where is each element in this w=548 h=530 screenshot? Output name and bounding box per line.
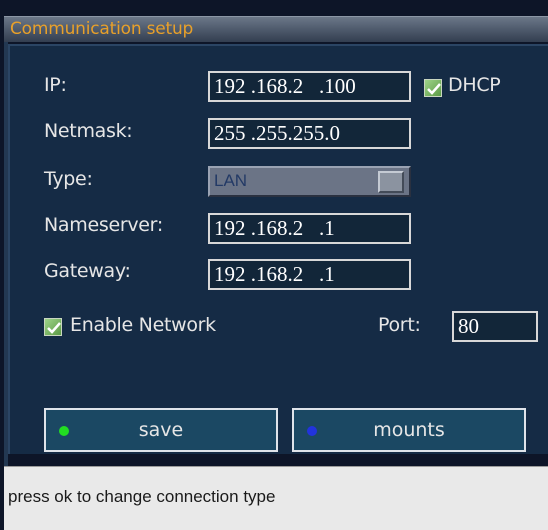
enable-network-checkbox[interactable] <box>44 318 62 336</box>
ip-field[interactable]: 192 .168.2 .100 <box>208 71 411 102</box>
title-bar: Communication setup <box>4 16 548 42</box>
gateway-field[interactable]: 192 .168.2 .1 <box>208 259 411 290</box>
nameserver-label: Nameserver: <box>44 214 163 236</box>
mounts-button-label: mounts <box>373 419 445 441</box>
port-label: Port: <box>378 314 421 336</box>
checkmark-icon <box>427 83 441 95</box>
type-label: Type: <box>44 168 93 190</box>
status-text: press ok to change connection type <box>8 487 276 506</box>
nameserver-field[interactable]: 192 .168.2 .1 <box>208 213 411 244</box>
ip-label: IP: <box>44 74 67 96</box>
type-select-value: LAN <box>214 171 248 190</box>
checkmark-icon <box>47 322 61 334</box>
netmask-field[interactable]: 255 .255.255.0 <box>208 118 411 149</box>
window-title: Communication setup <box>10 19 194 39</box>
port-field[interactable]: 80 <box>452 311 538 342</box>
netmask-label: Netmask: <box>44 120 133 142</box>
dropdown-button[interactable] <box>378 171 404 193</box>
save-button-label: save <box>138 419 184 441</box>
save-button[interactable]: save <box>44 408 278 452</box>
gateway-label: Gateway: <box>44 260 131 282</box>
status-bar: press ok to change connection type <box>4 466 548 530</box>
type-select[interactable]: LAN <box>208 166 411 197</box>
mounts-button[interactable]: mounts <box>292 408 526 452</box>
enable-network-label: Enable Network <box>70 314 216 336</box>
dhcp-label: DHCP <box>448 74 501 96</box>
dhcp-checkbox[interactable] <box>424 79 442 97</box>
settings-panel <box>8 44 548 454</box>
